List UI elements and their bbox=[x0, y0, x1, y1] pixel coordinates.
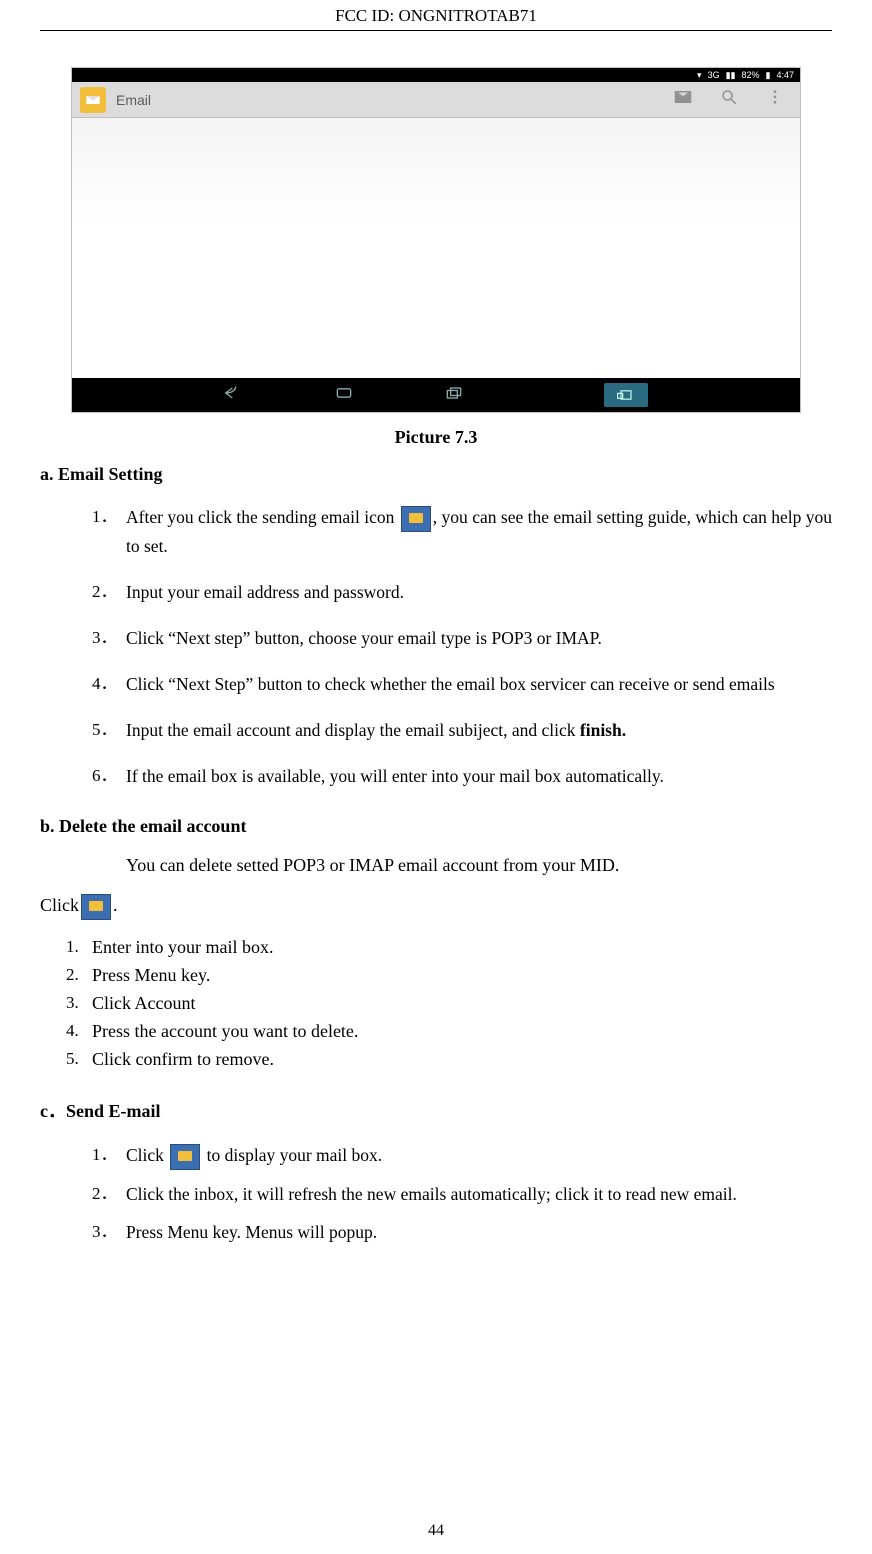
tablet-screenshot: ▾ 3G ▮▮ 82% ▮ 4:47 Email bbox=[71, 67, 801, 413]
item-number: 3. bbox=[66, 990, 79, 1016]
section-c-title: Send E-mail bbox=[66, 1101, 161, 1121]
status-bar: ▾ 3G ▮▮ 82% ▮ 4:47 bbox=[72, 68, 800, 82]
item-text: Enter into your mail box. bbox=[92, 937, 273, 957]
search-icon[interactable] bbox=[720, 88, 738, 111]
page-header: FCC ID: ONGNITROTAB71 bbox=[40, 0, 832, 31]
email-icon bbox=[170, 1144, 200, 1170]
item-number: 5． bbox=[92, 716, 118, 743]
section-b-list: 1.Enter into your mail box. 2.Press Menu… bbox=[40, 934, 832, 1073]
status-network: 3G bbox=[708, 70, 720, 80]
email-app-bar: Email bbox=[72, 82, 800, 118]
section-c-heading: c．Send E-mail bbox=[40, 1097, 832, 1123]
overflow-menu-icon[interactable] bbox=[766, 88, 784, 111]
item-number: 2． bbox=[92, 1180, 118, 1207]
embedded-screenshot: ▾ 3G ▮▮ 82% ▮ 4:47 Email bbox=[71, 67, 801, 413]
list-item: 5.Click confirm to remove. bbox=[92, 1046, 832, 1074]
system-nav-bar bbox=[72, 378, 800, 412]
item-text: Click “Next Step” button to check whethe… bbox=[126, 674, 775, 694]
email-app-icon bbox=[80, 87, 106, 113]
email-app-title: Email bbox=[116, 92, 664, 108]
item-number: 3． bbox=[92, 1218, 118, 1245]
list-item: 3． Press Menu key. Menus will popup. bbox=[126, 1218, 832, 1246]
item-text: Click “Next step” button, choose your em… bbox=[126, 628, 602, 648]
list-item: 1． After you click the sending email ico… bbox=[126, 503, 832, 560]
item-text: Press Menu key. bbox=[92, 965, 210, 985]
item-text: Click confirm to remove. bbox=[92, 1049, 274, 1069]
list-item: 1． Click to display your mail box. bbox=[126, 1141, 832, 1170]
item-number: 6． bbox=[92, 762, 118, 789]
item-text: Input your email address and password. bbox=[126, 582, 404, 602]
compose-icon[interactable] bbox=[674, 88, 692, 111]
list-item: 2． Input your email address and password… bbox=[126, 578, 832, 606]
item-text: Click the inbox, it will refresh the new… bbox=[126, 1184, 737, 1204]
item-text: Press Menu key. Menus will popup. bbox=[126, 1222, 377, 1242]
list-item: 4.Press the account you want to delete. bbox=[92, 1018, 832, 1046]
list-item: 3． Click “Next step” button, choose your… bbox=[126, 624, 832, 652]
figure-caption: Picture 7.3 bbox=[40, 427, 832, 448]
item-number: 4． bbox=[92, 670, 118, 697]
page-number: 44 bbox=[0, 1522, 872, 1540]
item-number: 2． bbox=[92, 578, 118, 605]
section-a-heading: a. Email Setting bbox=[40, 464, 832, 485]
click-icon-line: Click. bbox=[40, 894, 832, 920]
section-b-intro: You can delete setted POP3 or IMAP email… bbox=[126, 855, 832, 876]
status-time: 4:47 bbox=[776, 70, 794, 80]
list-item: 6． If the email box is available, you wi… bbox=[126, 762, 832, 790]
fcc-id-value: ONGNITROTAB71 bbox=[398, 6, 536, 25]
nav-back-icon[interactable] bbox=[224, 385, 244, 406]
item-text: Click Account bbox=[92, 993, 195, 1013]
item-text: If the email box is available, you will … bbox=[126, 766, 664, 786]
status-battery-pct: 82% bbox=[742, 70, 760, 80]
item-number: 3． bbox=[92, 624, 118, 651]
item-text-bold: finish. bbox=[580, 720, 626, 740]
item-number: 5. bbox=[66, 1046, 79, 1072]
list-item: 3.Click Account bbox=[92, 990, 832, 1018]
nav-recents-icon[interactable] bbox=[444, 385, 464, 406]
list-item: 4． Click “Next Step” button to check whe… bbox=[126, 670, 832, 698]
item-number: 4. bbox=[66, 1018, 79, 1044]
item-text-pre: Input the email account and display the … bbox=[126, 720, 580, 740]
fcc-label: FCC ID: bbox=[335, 6, 394, 25]
item-number: 1． bbox=[92, 1141, 118, 1168]
click-text-post: . bbox=[113, 895, 118, 915]
item-text: Press the account you want to delete. bbox=[92, 1021, 358, 1041]
list-item: 2.Press Menu key. bbox=[92, 962, 832, 990]
click-text-pre: Click bbox=[40, 895, 79, 915]
item-text-pre: Click bbox=[126, 1145, 168, 1165]
item-text-pre: After you click the sending email icon bbox=[126, 507, 399, 527]
item-number: 1． bbox=[92, 503, 118, 530]
section-a-list: 1． After you click the sending email ico… bbox=[40, 503, 832, 790]
list-item: 1.Enter into your mail box. bbox=[92, 934, 832, 962]
email-empty-content bbox=[72, 118, 800, 378]
section-c-list: 1． Click to display your mail box. 2． Cl… bbox=[40, 1141, 832, 1246]
nav-home-icon[interactable] bbox=[334, 385, 354, 406]
item-number: 1. bbox=[66, 934, 79, 960]
section-c-prefix: c． bbox=[40, 1101, 66, 1121]
status-signal-bars-icon: ▮▮ bbox=[726, 70, 736, 81]
status-battery-icon: ▮ bbox=[766, 70, 771, 81]
email-icon bbox=[401, 506, 431, 532]
email-icon bbox=[81, 894, 111, 920]
section-b-heading: b. Delete the email account bbox=[40, 816, 832, 837]
item-number: 2. bbox=[66, 962, 79, 988]
item-text-post: to display your mail box. bbox=[202, 1145, 382, 1165]
nav-screenshot-button[interactable] bbox=[604, 383, 648, 407]
status-signal-icon: ▾ bbox=[697, 70, 702, 81]
list-item: 5． Input the email account and display t… bbox=[126, 716, 832, 744]
list-item: 2． Click the inbox, it will refresh the … bbox=[126, 1180, 832, 1208]
